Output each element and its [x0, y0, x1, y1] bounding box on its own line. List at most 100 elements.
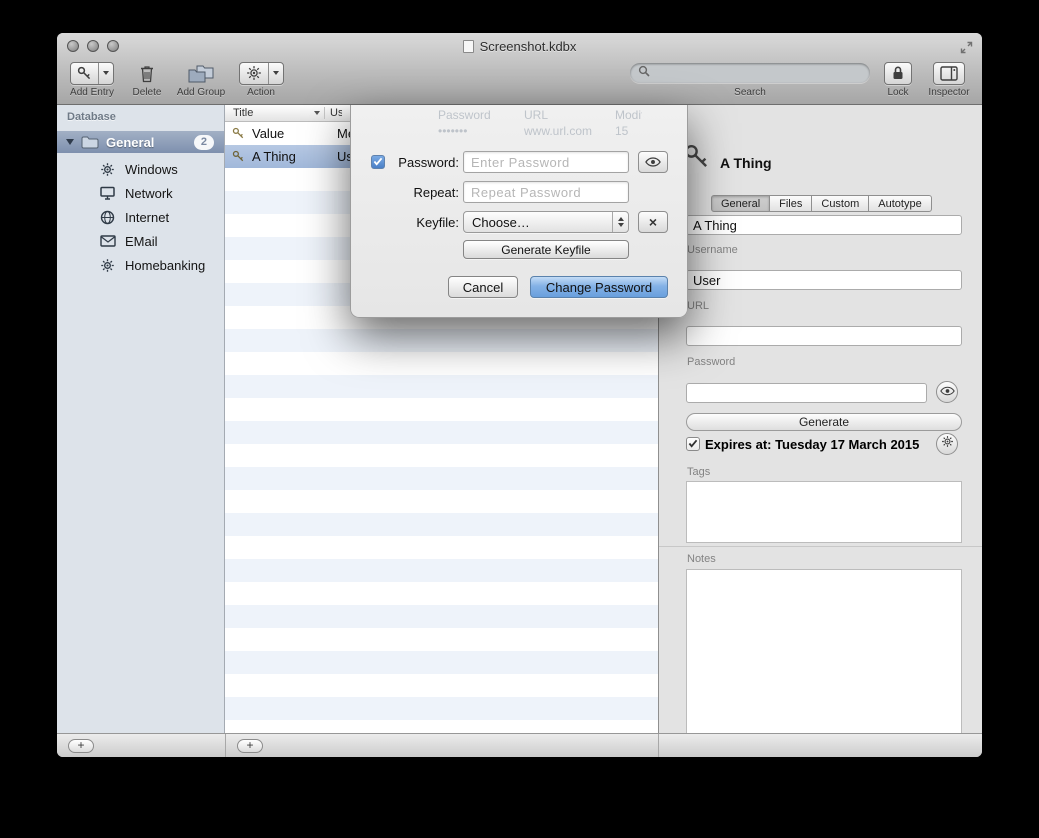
action-dropdown[interactable]: [268, 63, 283, 84]
password-checkbox[interactable]: [371, 155, 385, 169]
app-window: Screenshot.kdbx Add Entry Delete: [57, 33, 982, 757]
username-field[interactable]: [686, 270, 962, 290]
column-header-title[interactable]: Title: [225, 107, 324, 119]
tab-general[interactable]: General: [711, 195, 770, 212]
sidebar-item-windows[interactable]: Windows: [57, 157, 224, 181]
change-password-dialog: Password URL Modified ••••••• www.url.co…: [350, 105, 688, 318]
sidebar-item-network[interactable]: Network: [57, 181, 224, 205]
popup-stepper-icon: [612, 212, 628, 232]
eye-icon: [645, 154, 661, 170]
faint-column-url: URL: [524, 108, 594, 122]
divider: [225, 734, 226, 757]
sidebar-item-label: Windows: [125, 162, 178, 177]
sort-indicator-icon: [314, 111, 320, 115]
notes-label: Notes: [687, 553, 716, 565]
trash-icon: [139, 61, 155, 85]
sidebar-item-homebanking[interactable]: Homebanking: [57, 253, 224, 277]
inspector-label: Inspector: [928, 87, 969, 98]
document-icon: [463, 40, 474, 53]
gear-icon: [99, 257, 116, 274]
reveal-password-button[interactable]: [936, 381, 958, 403]
sidebar-item-label: Internet: [125, 210, 169, 225]
reveal-password-button[interactable]: [638, 151, 668, 173]
add-entry-button[interactable]: +: [237, 739, 263, 753]
chevron-down-icon: [273, 71, 279, 75]
toolbar-action[interactable]: Action: [235, 61, 287, 98]
inspector-tabs: General Files Custom Autotype: [711, 195, 932, 212]
generate-password-button[interactable]: Generate: [686, 413, 962, 431]
window-title-text: Screenshot.kdbx: [480, 39, 577, 54]
toolbar-add-entry[interactable]: Add Entry: [63, 61, 121, 98]
entry-username-cell: Me: [337, 126, 350, 141]
title-field[interactable]: [686, 215, 962, 235]
key-icon: [71, 63, 98, 84]
expires-settings-button[interactable]: [936, 433, 958, 455]
column-header-username[interactable]: Username: [324, 107, 342, 119]
sidebar-item-label: Homebanking: [125, 258, 205, 273]
add-entry-dropdown[interactable]: [98, 63, 113, 84]
chevron-down-icon: [103, 71, 109, 75]
fullscreen-icon[interactable]: [960, 41, 973, 59]
faint-column-password: Password: [438, 108, 498, 122]
eye-icon: [940, 383, 955, 401]
sidebar-item-email[interactable]: EMail: [57, 229, 224, 253]
entry-count-badge: 2: [194, 135, 214, 150]
clear-keyfile-button[interactable]: ×: [638, 211, 668, 233]
toolbar-inspector[interactable]: Inspector: [925, 61, 973, 98]
inspector-panel-icon: [934, 63, 964, 84]
notes-field[interactable]: [686, 569, 962, 757]
gear-icon: [99, 161, 116, 178]
sidebar-group-general[interactable]: General 2: [57, 131, 224, 153]
password-field[interactable]: [686, 383, 927, 403]
faint-url: www.url.com: [524, 124, 604, 138]
url-field[interactable]: [686, 326, 962, 346]
faint-column-modified: Modified: [615, 108, 642, 122]
folder-icon: [81, 135, 99, 149]
entry-username-cell: User: [337, 149, 350, 164]
repeat-password-input[interactable]: [463, 181, 629, 203]
tab-files[interactable]: Files: [769, 195, 812, 212]
search-input[interactable]: [655, 66, 862, 80]
divider: [658, 734, 659, 757]
sidebar-item-label: Network: [125, 186, 173, 201]
check-icon: [373, 153, 383, 171]
faint-password-dots: •••••••: [438, 124, 498, 138]
monitor-icon: [99, 185, 116, 202]
disclosure-triangle-icon[interactable]: [66, 139, 74, 145]
sidebar-group-label: General: [106, 135, 154, 150]
search-label: Search: [734, 87, 766, 98]
tab-autotype[interactable]: Autotype: [868, 195, 931, 212]
sidebar-item-internet[interactable]: Internet: [57, 205, 224, 229]
search-icon: [638, 64, 650, 82]
keyfile-label: Keyfile:: [387, 215, 459, 230]
toolbar-lock[interactable]: Lock: [879, 61, 917, 98]
password-label: Password: [687, 356, 735, 368]
toolbar-search: Search: [630, 61, 870, 98]
delete-label: Delete: [133, 87, 162, 98]
globe-icon: [99, 209, 116, 226]
add-group-label: Add Group: [177, 87, 225, 98]
close-icon: ×: [649, 214, 657, 230]
lock-icon: [885, 63, 911, 84]
change-password-button[interactable]: Change Password: [530, 276, 668, 298]
generate-keyfile-button[interactable]: Generate Keyfile: [463, 240, 629, 259]
password-input[interactable]: [463, 151, 629, 173]
tab-custom[interactable]: Custom: [811, 195, 869, 212]
toolbar-add-group[interactable]: Add Group: [171, 61, 231, 98]
inspector-panel: A Thing General Files Custom Autotype Us…: [658, 105, 982, 733]
inspector-entry-title: A Thing: [720, 155, 772, 171]
keyfile-popup[interactable]: Choose…: [463, 211, 629, 233]
window-chrome: Screenshot.kdbx Add Entry Delete: [57, 33, 982, 105]
sidebar: Database General 2 Windows Network: [57, 105, 225, 733]
tags-field[interactable]: [686, 481, 962, 543]
divider: [659, 546, 982, 547]
expires-checkbox[interactable]: [686, 437, 700, 451]
add-group-button[interactable]: +: [68, 739, 94, 753]
sidebar-item-label: EMail: [125, 234, 158, 249]
username-label: Username: [687, 244, 738, 256]
toolbar-delete[interactable]: Delete: [125, 61, 169, 98]
envelope-icon: [99, 233, 116, 250]
url-label: URL: [687, 300, 709, 312]
expires-label: Expires at: Tuesday 17 March 2015: [705, 437, 919, 452]
cancel-button[interactable]: Cancel: [448, 276, 518, 298]
